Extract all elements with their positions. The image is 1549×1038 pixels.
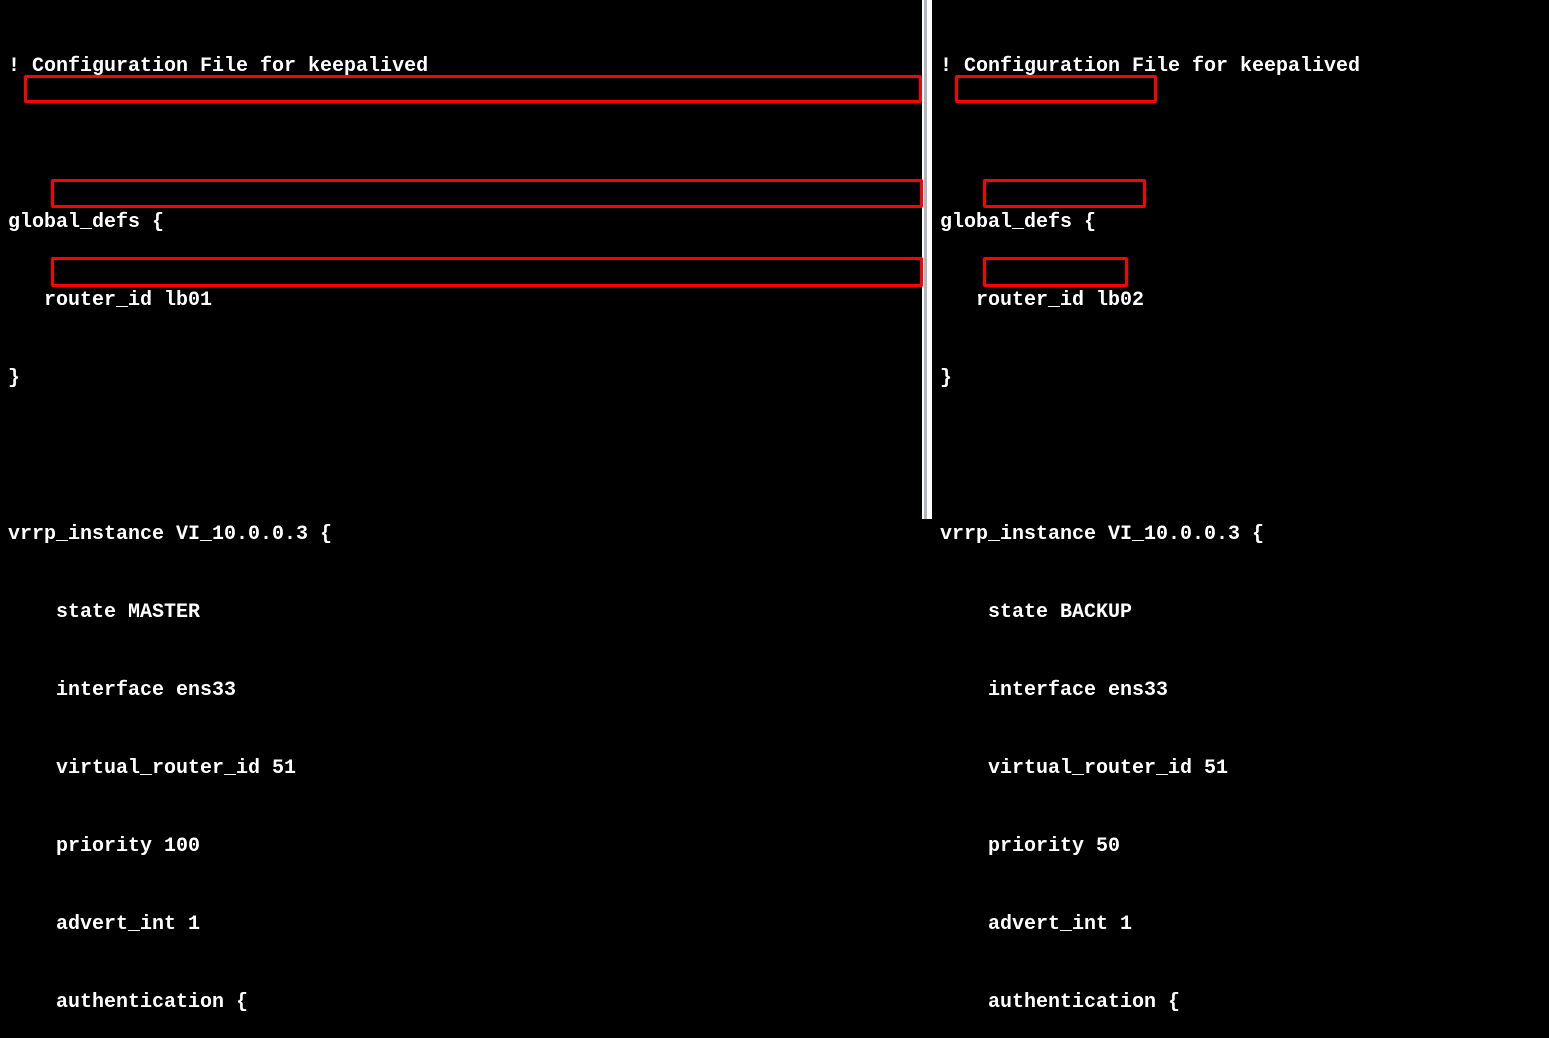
code-line-priority: priority 100: [8, 834, 922, 860]
code-line: vrrp_instance VI_10.0.0.3 {: [8, 522, 922, 548]
code-line: global_defs {: [940, 210, 1549, 236]
code-line: advert_int 1: [8, 912, 922, 938]
code-line: [8, 444, 922, 470]
code-line-state: state MASTER: [8, 600, 922, 626]
code-line: authentication {: [8, 990, 922, 1016]
highlight-state: [983, 179, 1146, 208]
code-line: vrrp_instance VI_10.0.0.3 {: [940, 522, 1549, 548]
code-line-state: state BACKUP: [940, 600, 1549, 626]
code-line: virtual_router_id 51: [940, 756, 1549, 782]
code-line: interface ens33: [8, 678, 922, 704]
code-line: interface ens33: [940, 678, 1549, 704]
config-pane-right: ! Configuration File for keepalived glob…: [932, 0, 1549, 519]
code-line: ! Configuration File for keepalived: [940, 54, 1549, 80]
code-line: [940, 444, 1549, 470]
code-line: virtual_router_id 51: [8, 756, 922, 782]
code-line-router-id: router_id lb02: [940, 288, 1549, 314]
code-line-router-id: router_id lb01: [8, 288, 922, 314]
code-line: ! Configuration File for keepalived: [8, 54, 922, 80]
code-line: [8, 132, 922, 158]
code-line: global_defs {: [8, 210, 922, 236]
config-pane-left: ! Configuration File for keepalived glob…: [0, 0, 922, 519]
code-line: [940, 132, 1549, 158]
code-line: advert_int 1: [940, 912, 1549, 938]
code-line: authentication {: [940, 990, 1549, 1016]
pane-divider: [922, 0, 932, 519]
highlight-priority: [51, 257, 923, 287]
code-line: }: [8, 366, 922, 392]
highlight-priority: [983, 257, 1128, 287]
highlight-state: [51, 179, 923, 208]
code-line-priority: priority 50: [940, 834, 1549, 860]
code-line: }: [940, 366, 1549, 392]
